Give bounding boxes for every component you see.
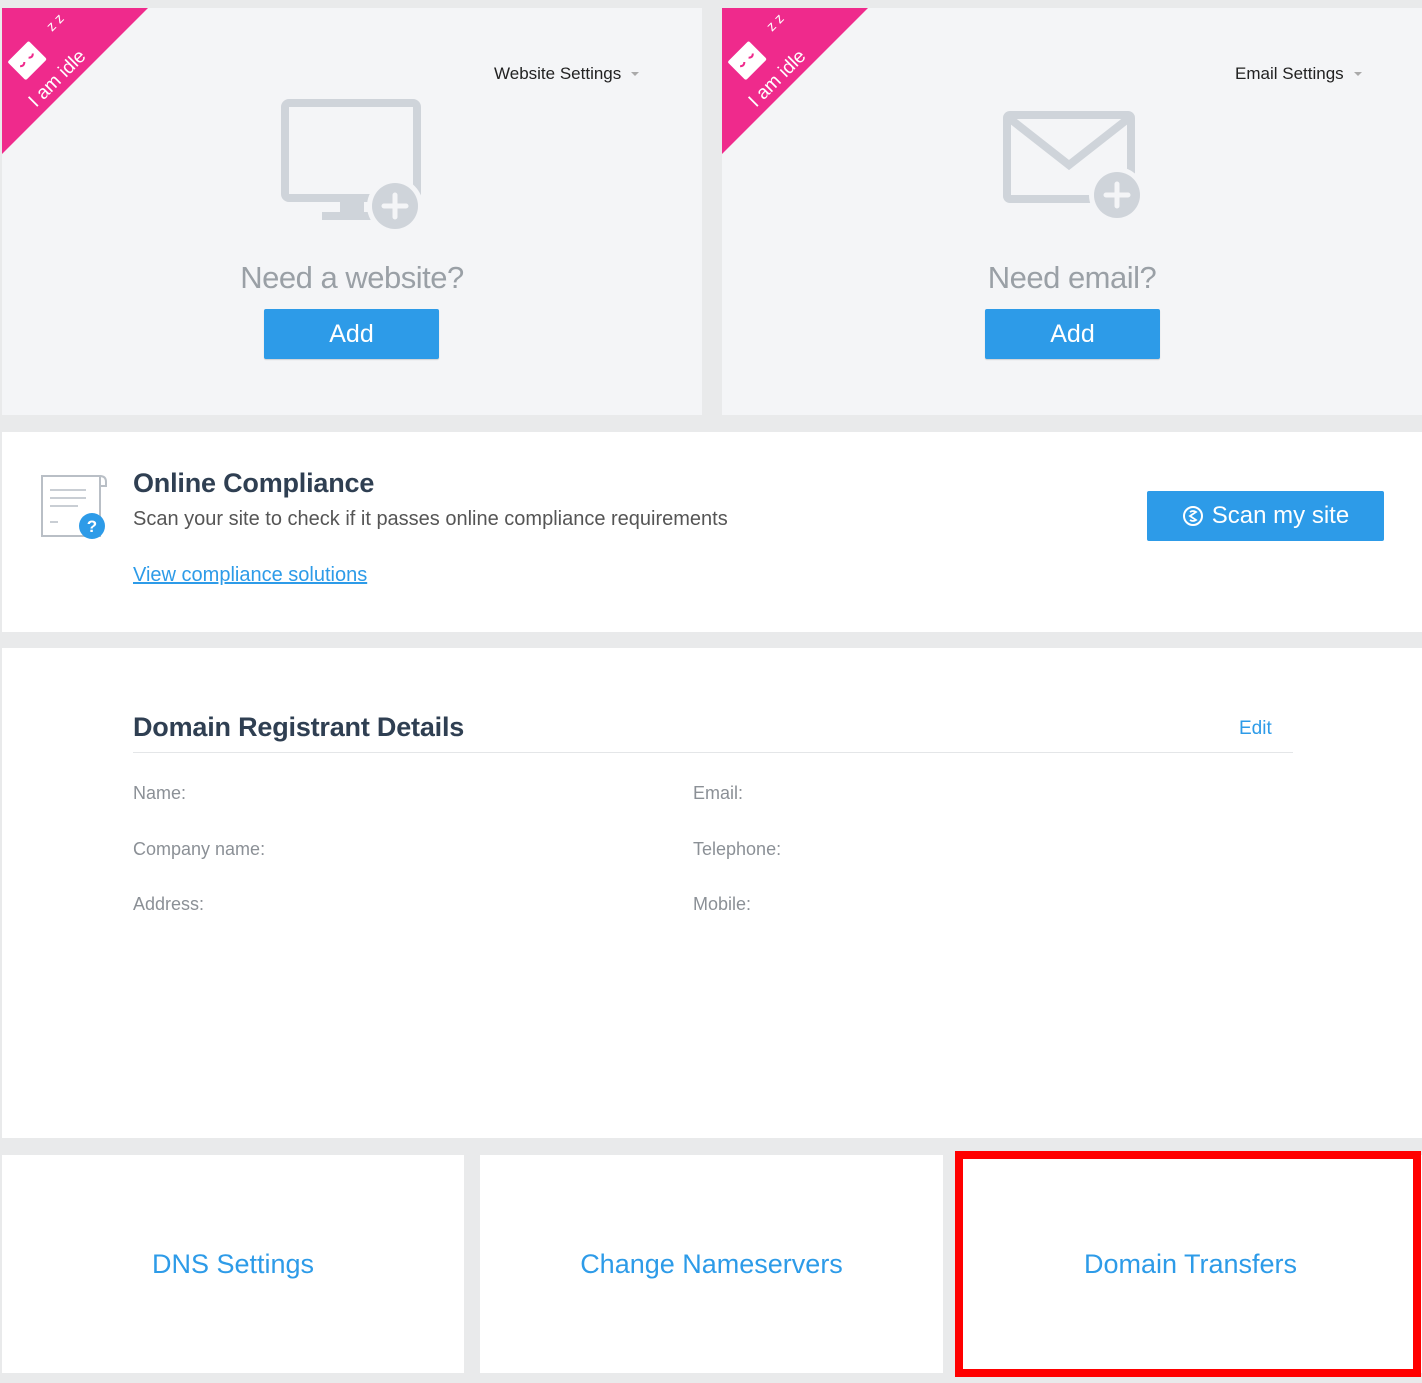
website-settings-label: Website Settings <box>494 64 622 83</box>
website-prompt: Need a website? <box>240 260 464 295</box>
registrant-card: Domain Registrant Details Edit Name: Com… <box>2 648 1422 1138</box>
domain-transfers-label: Domain Transfers <box>1083 1248 1298 1279</box>
address-label: Address: <box>133 894 205 914</box>
compliance-title: Online Compliance <box>133 468 375 498</box>
scan-site-button[interactable]: Scan my site <box>1147 491 1384 541</box>
registrant-title: Domain Registrant Details <box>133 712 465 742</box>
envelope-add-icon <box>1003 111 1145 223</box>
compliance-description: Scan your site to check if it passes onl… <box>133 508 728 530</box>
change-nameservers-label: Change Nameservers <box>580 1248 843 1279</box>
divider <box>133 752 1293 753</box>
email-settings-dropdown[interactable]: Email Settings <box>1235 64 1362 84</box>
dns-settings-label: DNS Settings <box>151 1248 315 1279</box>
email-settings-label: Email Settings <box>1235 64 1344 83</box>
add-website-button[interactable]: Add <box>264 309 439 359</box>
email-card: I am idle z z Email Settings Need email?… <box>722 8 1422 415</box>
website-card: I am idle z z Website Settings Need a we… <box>2 8 702 415</box>
scan-icon <box>1182 506 1203 526</box>
mobile-label: Mobile: <box>693 894 752 914</box>
email-prompt: Need email? <box>987 260 1157 295</box>
name-label: Name: <box>133 783 187 803</box>
email-label: Email: <box>693 783 744 803</box>
scan-site-label: Scan my site <box>1211 502 1350 529</box>
company-name-label: Company name: <box>133 839 266 859</box>
dns-settings-link[interactable]: DNS Settings <box>2 1155 464 1373</box>
chevron-down-icon <box>1353 72 1362 76</box>
document-question-icon: ? <box>41 475 107 539</box>
edit-registrant-link[interactable]: Edit <box>1239 718 1272 740</box>
idle-ribbon: I am idle z z <box>722 8 868 154</box>
compliance-card: ? Online Compliance Scan your site to ch… <box>2 432 1422 632</box>
domain-transfers-link[interactable]: Domain Transfers <box>959 1155 1422 1373</box>
svg-text:?: ? <box>87 517 97 536</box>
chevron-down-icon <box>631 72 640 76</box>
view-compliance-link[interactable]: View compliance solutions <box>133 564 367 587</box>
monitor-add-icon <box>281 99 423 233</box>
change-nameservers-link[interactable]: Change Nameservers <box>480 1155 943 1373</box>
website-settings-dropdown[interactable]: Website Settings <box>494 64 640 84</box>
idle-ribbon: I am idle z z <box>2 8 148 154</box>
telephone-label: Telephone: <box>693 839 782 859</box>
add-email-button[interactable]: Add <box>985 309 1160 359</box>
